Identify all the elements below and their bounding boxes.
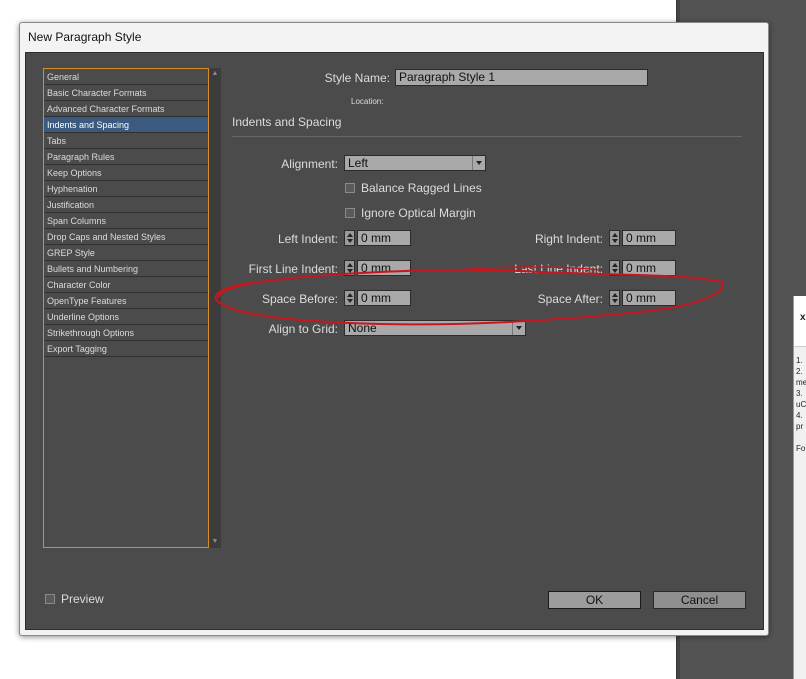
style-name-input[interactable]: Paragraph Style 1 [395, 69, 648, 86]
category-item[interactable]: OpenType Features [44, 293, 208, 309]
category-item[interactable]: Tabs [44, 133, 208, 149]
side-panel-line: 3. [796, 389, 803, 398]
category-item[interactable]: Hyphenation [44, 181, 208, 197]
category-item[interactable]: Bullets and Numbering [44, 261, 208, 277]
category-list: General Basic Character Formats Advanced C… [43, 68, 209, 548]
category-item[interactable]: Advanced Character Formats [44, 101, 208, 117]
category-item[interactable]: Drop Caps and Nested Styles [44, 229, 208, 245]
right-indent-input[interactable]: 0 mm [622, 230, 676, 246]
category-item[interactable]: Underline Options [44, 309, 208, 325]
space-after-label: Space After: [537, 292, 603, 306]
first-line-indent-stepper[interactable] [344, 260, 355, 276]
alignment-value: Left [348, 156, 369, 170]
category-item[interactable]: General [44, 69, 208, 85]
space-after-input[interactable]: 0 mm [622, 290, 676, 306]
side-panel-close[interactable]: x [800, 312, 806, 323]
dialog-title: New Paragraph Style [28, 30, 142, 44]
category-item[interactable]: Export Tagging [44, 341, 208, 357]
align-to-grid-select[interactable]: None [344, 320, 526, 336]
right-indent-stepper[interactable] [609, 230, 620, 246]
section-divider [232, 136, 742, 137]
balance-ragged-lines-label: Balance Ragged Lines [361, 181, 482, 195]
scroll-down-icon[interactable]: ▼ [209, 536, 221, 548]
side-panel-line: pr [796, 422, 804, 431]
category-item[interactable]: Span Columns [44, 213, 208, 229]
ignore-optical-margin-label: Ignore Optical Margin [361, 206, 476, 220]
category-item[interactable]: Strikethrough Options [44, 325, 208, 341]
alignment-label: Alignment: [281, 157, 338, 171]
side-panel-line: uC [796, 400, 806, 409]
right-indent-label: Right Indent: [534, 232, 603, 246]
last-line-indent-stepper[interactable] [609, 260, 620, 276]
first-line-indent-input[interactable]: 0 mm [357, 260, 411, 276]
side-panel-line: 2. [796, 367, 803, 376]
left-indent-label: Left Indent: [277, 232, 338, 246]
last-line-indent-input[interactable]: 0 mm [622, 260, 676, 276]
space-before-stepper[interactable] [344, 290, 355, 306]
side-panel-line: 1. [796, 356, 803, 365]
preview-label: Preview [61, 592, 104, 606]
ignore-optical-margin-checkbox[interactable] [345, 208, 355, 218]
preview-checkbox[interactable] [45, 594, 55, 604]
chevron-down-icon [472, 156, 485, 170]
category-item[interactable]: Character Color [44, 277, 208, 293]
dialog-content: General Basic Character Formats Advanced C… [25, 52, 764, 630]
space-before-label: Space Before: [261, 292, 338, 306]
align-to-grid-value: None [348, 321, 377, 335]
last-line-indent-label: Last Line Indent: [514, 262, 603, 276]
left-indent-stepper[interactable] [344, 230, 355, 246]
space-after-stepper[interactable] [609, 290, 620, 306]
side-panel-line: Fo [796, 444, 806, 453]
style-name-label: Style Name: [324, 71, 390, 85]
first-line-indent-label: First Line Indent: [248, 262, 338, 276]
scroll-up-icon[interactable]: ▲ [209, 68, 221, 80]
new-paragraph-style-dialog: New Paragraph Style General Basic Charact… [19, 22, 769, 636]
category-item[interactable]: Indents and Spacing [44, 117, 208, 133]
category-item[interactable]: Paragraph Rules [44, 149, 208, 165]
side-panel-line: me [796, 378, 806, 387]
left-indent-input[interactable]: 0 mm [357, 230, 411, 246]
balance-ragged-lines-checkbox[interactable] [345, 183, 355, 193]
side-help-panel [793, 296, 806, 679]
align-to-grid-label: Align to Grid: [268, 322, 338, 336]
category-item[interactable]: GREP Style [44, 245, 208, 261]
space-before-input[interactable]: 0 mm [357, 290, 411, 306]
category-scrollbar[interactable]: ▲ ▼ [209, 68, 221, 548]
category-item[interactable]: Keep Options [44, 165, 208, 181]
section-title: Indents and Spacing [232, 115, 342, 129]
location-label: Location: [351, 97, 384, 106]
ok-button[interactable]: OK [548, 591, 641, 609]
category-item[interactable]: Justification [44, 197, 208, 213]
chevron-down-icon [512, 321, 525, 335]
category-item[interactable]: Basic Character Formats [44, 85, 208, 101]
alignment-select[interactable]: Left [344, 155, 486, 171]
cancel-button[interactable]: Cancel [653, 591, 746, 609]
side-panel-line: 4. [796, 411, 803, 420]
